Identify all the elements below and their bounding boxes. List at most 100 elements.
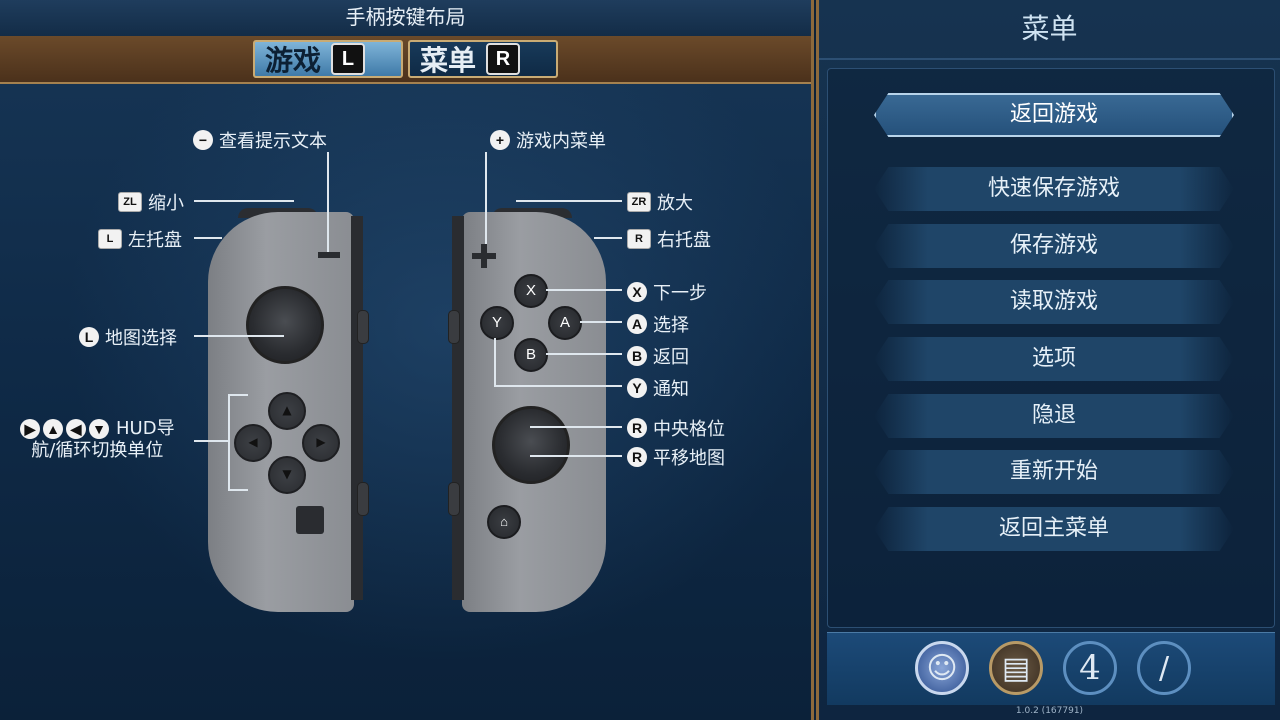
- dpad-down-icon: ▼: [89, 419, 109, 439]
- menu-title: 菜单: [819, 0, 1280, 60]
- leader-line-l: [194, 237, 222, 239]
- tab-strip: 游戏 L 菜单 R: [0, 36, 811, 84]
- label-zl: ZL 缩小: [118, 189, 184, 215]
- label-lstick-text: 地图选择: [105, 328, 177, 349]
- leader-line-rstick-press: [530, 426, 622, 428]
- dpad-bracket-bottom: [228, 489, 248, 491]
- card-icon[interactable]: ▤: [989, 641, 1043, 695]
- minus-button: [318, 252, 340, 258]
- r-icon: R: [627, 229, 651, 249]
- right-stick-icon: R: [627, 447, 647, 467]
- a-button: A: [548, 306, 582, 340]
- label-zr: ZR 放大: [627, 189, 693, 215]
- label-y: Y 通知: [627, 375, 689, 401]
- plus-icon: +: [490, 130, 510, 150]
- label-zl-text: 缩小: [148, 193, 184, 214]
- label-x-text: 下一步: [653, 283, 707, 304]
- menu-item-return-to-game[interactable]: 返回游戏: [874, 93, 1234, 137]
- tab-game[interactable]: 游戏 L: [253, 40, 403, 78]
- leader-line-a: [580, 321, 622, 323]
- leader-line-lstick: [194, 335, 284, 337]
- zr-icon: ZR: [627, 192, 651, 212]
- menu-item-retire[interactable]: 隐退: [874, 394, 1234, 438]
- dpad-right-icon: ▶: [20, 419, 40, 439]
- pause-menu-panel: 菜单 返回游戏 快速保存游戏 保存游戏 读取游戏 选项 隐退 重新开始 返回主菜…: [816, 0, 1280, 720]
- capture-button: [296, 506, 324, 534]
- label-plus-text: 游戏内菜单: [516, 131, 606, 152]
- menu-item-options[interactable]: 选项: [874, 337, 1234, 381]
- tab-menu[interactable]: 菜单 R: [408, 40, 558, 78]
- right-joycon-rail: [452, 216, 464, 600]
- label-a-text: 选择: [653, 315, 689, 336]
- bottom-info-bar: ☺ ▤ 4 /: [827, 632, 1275, 705]
- dpad-left-icon: ◀: [66, 419, 86, 439]
- label-rstick-press: R 中央格位: [627, 415, 725, 441]
- menu-item-quick-save[interactable]: 快速保存游戏: [874, 167, 1234, 211]
- leader-line-x: [546, 289, 622, 291]
- label-b: B 返回: [627, 343, 689, 369]
- label-l-text: 左托盘: [128, 230, 182, 251]
- label-dpad: ▶ ▲ ◀ ▼ HUD导 航/循环切换单位: [20, 418, 175, 462]
- left-joycon-rail: [351, 216, 363, 600]
- label-r-text: 右托盘: [657, 230, 711, 251]
- label-rstick: R 平移地图: [627, 444, 725, 470]
- dpad-bracket-v: [228, 394, 230, 490]
- b-button: B: [514, 338, 548, 372]
- x-button: X: [514, 274, 548, 308]
- menu-item-save-game[interactable]: 保存游戏: [874, 224, 1234, 268]
- label-l: L 左托盘: [98, 226, 182, 252]
- leader-line-minus: [327, 152, 329, 252]
- l-icon: L: [98, 229, 122, 249]
- dpad-right: ▶: [302, 424, 340, 462]
- leader-line-y-h: [494, 385, 622, 387]
- version-label: 1.0.2 (167791): [1015, 706, 1084, 716]
- label-rstick-text: 平移地图: [653, 448, 725, 469]
- label-minus: − 查看提示文本: [193, 127, 327, 153]
- leader-line-dpad: [194, 440, 228, 442]
- right-stick: [492, 406, 570, 484]
- menu-item-restart[interactable]: 重新开始: [874, 450, 1234, 494]
- label-plus: + 游戏内菜单: [490, 127, 606, 153]
- dpad-bracket-top: [228, 394, 248, 396]
- label-y-text: 通知: [653, 379, 689, 400]
- clock-icon[interactable]: /: [1137, 641, 1191, 695]
- panel-title: 手柄按键布局: [0, 0, 811, 38]
- menu-list: 返回游戏 快速保存游戏 保存游戏 读取游戏 选项 隐退 重新开始 返回主菜单: [827, 68, 1275, 628]
- era-icon[interactable]: 4: [1063, 641, 1117, 695]
- label-b-text: 返回: [653, 347, 689, 368]
- right-sl-button: [448, 310, 460, 344]
- label-rstick-press-text: 中央格位: [653, 419, 725, 440]
- label-lstick: L 地图选择: [79, 324, 177, 350]
- y-icon: Y: [627, 378, 647, 398]
- left-stick: [246, 286, 324, 364]
- leader-line-plus: [485, 152, 487, 244]
- minus-icon: −: [193, 130, 213, 150]
- tab-game-label: 游戏: [265, 44, 322, 77]
- y-button: Y: [480, 306, 514, 340]
- menu-item-main-menu[interactable]: 返回主菜单: [874, 507, 1234, 551]
- leader-line-y-v: [494, 338, 496, 386]
- x-icon: X: [627, 282, 647, 302]
- dpad-up-icon: ▲: [43, 419, 63, 439]
- controller-layout-panel: 手柄按键布局 游戏 L 菜单 R ▲ ◀ ▶ ▼ X Y A B ⌂ − 查看提…: [0, 0, 814, 720]
- leader-line-rstick: [530, 455, 622, 457]
- home-button: ⌂: [487, 505, 521, 539]
- label-r: R 右托盘: [627, 226, 711, 252]
- right-stick-press-icon: R: [627, 418, 647, 438]
- label-dpad-text-1: HUD导: [116, 418, 175, 439]
- left-sr-button: [357, 482, 369, 516]
- r-button-icon: R: [486, 43, 521, 75]
- plus-button-h: [472, 253, 496, 259]
- label-minus-text: 查看提示文本: [219, 131, 327, 152]
- left-stick-icon: L: [79, 327, 99, 347]
- label-x: X 下一步: [627, 279, 707, 305]
- label-a: A 选择: [627, 311, 689, 337]
- left-sl-button: [357, 310, 369, 344]
- a-icon: A: [627, 314, 647, 334]
- tab-menu-label: 菜单: [420, 44, 477, 77]
- menu-item-load-game[interactable]: 读取游戏: [874, 280, 1234, 324]
- b-icon: B: [627, 346, 647, 366]
- right-sr-button: [448, 482, 460, 516]
- leader-icon[interactable]: ☺: [915, 641, 969, 695]
- zl-icon: ZL: [118, 192, 142, 212]
